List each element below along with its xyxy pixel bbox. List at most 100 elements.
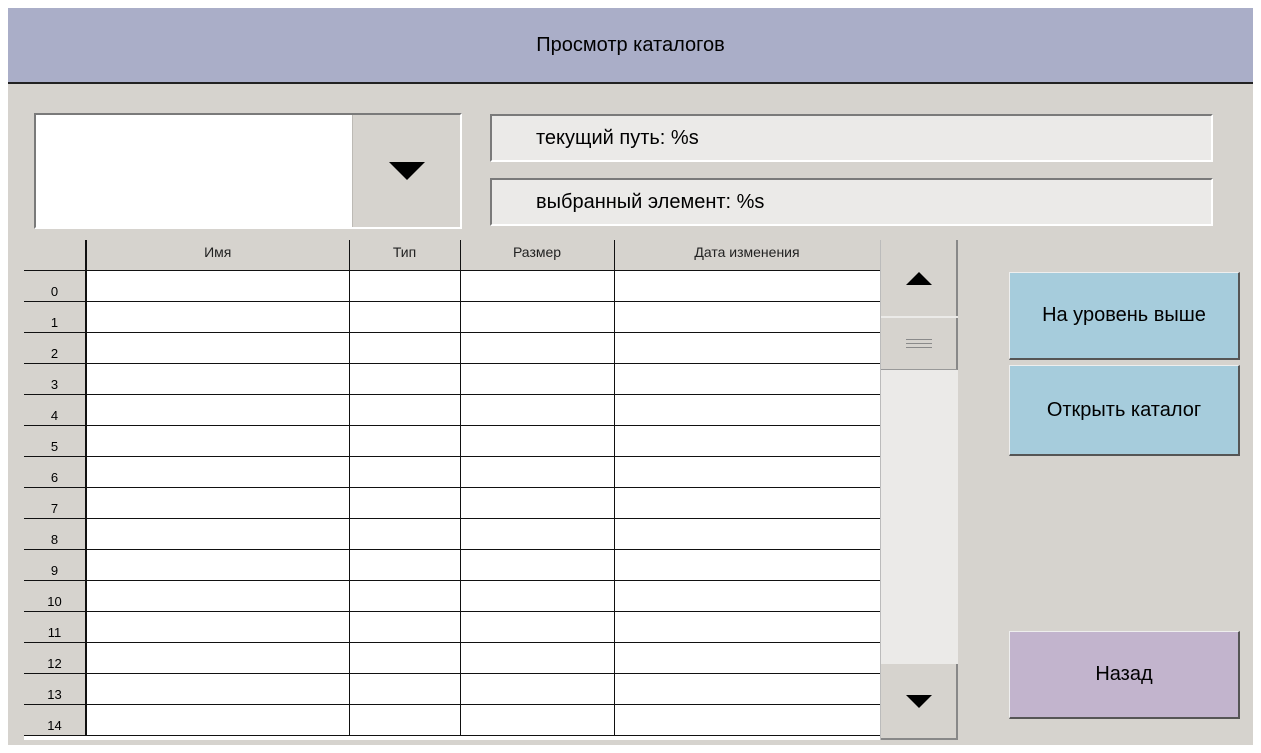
cell-size[interactable] <box>460 270 615 302</box>
cell-type[interactable] <box>349 487 461 519</box>
table-row[interactable]: 7 <box>24 487 881 519</box>
cell-size[interactable] <box>460 394 615 426</box>
cell-modified[interactable] <box>614 487 881 519</box>
column-header-name[interactable]: Имя <box>86 240 350 271</box>
cell-modified[interactable] <box>614 673 881 705</box>
cell-size[interactable] <box>460 611 615 643</box>
cell-size[interactable] <box>460 425 615 457</box>
row-number: 7 <box>24 487 87 519</box>
cell-size[interactable] <box>460 673 615 705</box>
table-row[interactable]: 12 <box>24 642 881 674</box>
cell-type[interactable] <box>349 394 461 426</box>
cell-name[interactable] <box>86 301 350 333</box>
combo-value[interactable] <box>36 115 350 227</box>
scroll-up-button[interactable] <box>881 240 958 316</box>
cell-name[interactable] <box>86 518 350 550</box>
back-button[interactable]: Назад <box>1009 631 1240 719</box>
cell-name[interactable] <box>86 363 350 395</box>
cell-name[interactable] <box>86 332 350 364</box>
drive-combobox[interactable] <box>34 113 462 229</box>
table-row[interactable]: 4 <box>24 394 881 426</box>
row-number: 10 <box>24 580 87 612</box>
cell-size[interactable] <box>460 580 615 612</box>
cell-type[interactable] <box>349 332 461 364</box>
table-row[interactable]: 8 <box>24 518 881 550</box>
cell-name[interactable] <box>86 704 350 736</box>
cell-name[interactable] <box>86 487 350 519</box>
cell-modified[interactable] <box>614 642 881 674</box>
row-number: 5 <box>24 425 87 457</box>
table-row[interactable]: 5 <box>24 425 881 457</box>
table-row[interactable]: 10 <box>24 580 881 612</box>
file-table[interactable]: Имя Тип Размер Дата изменения 0123456789… <box>24 240 881 740</box>
directory-browser-panel: Просмотр каталогов текущий путь: %s выбр… <box>8 8 1253 745</box>
column-header-modified[interactable]: Дата изменения <box>614 240 881 271</box>
table-row[interactable]: 1 <box>24 301 881 333</box>
cell-type[interactable] <box>349 363 461 395</box>
cell-type[interactable] <box>349 518 461 550</box>
cell-name[interactable] <box>86 425 350 457</box>
row-number: 9 <box>24 549 87 581</box>
scroll-down-button[interactable] <box>881 664 958 740</box>
cell-modified[interactable] <box>614 704 881 736</box>
cell-size[interactable] <box>460 332 615 364</box>
table-row[interactable]: 0 <box>24 270 881 302</box>
cell-modified[interactable] <box>614 332 881 364</box>
row-number: 8 <box>24 518 87 550</box>
combo-dropdown-button[interactable] <box>352 115 460 227</box>
cell-type[interactable] <box>349 580 461 612</box>
cell-size[interactable] <box>460 518 615 550</box>
cell-type[interactable] <box>349 642 461 674</box>
cell-type[interactable] <box>349 611 461 643</box>
cell-type[interactable] <box>349 704 461 736</box>
cell-modified[interactable] <box>614 611 881 643</box>
cell-name[interactable] <box>86 394 350 426</box>
cell-name[interactable] <box>86 270 350 302</box>
column-header-type[interactable]: Тип <box>349 240 461 271</box>
table-row[interactable]: 3 <box>24 363 881 395</box>
cell-modified[interactable] <box>614 549 881 581</box>
column-header-size[interactable]: Размер <box>460 240 615 271</box>
cell-type[interactable] <box>349 425 461 457</box>
cell-type[interactable] <box>349 270 461 302</box>
cell-size[interactable] <box>460 456 615 488</box>
cell-size[interactable] <box>460 704 615 736</box>
cell-name[interactable] <box>86 642 350 674</box>
cell-size[interactable] <box>460 363 615 395</box>
cell-size[interactable] <box>460 487 615 519</box>
table-row[interactable]: 13 <box>24 673 881 705</box>
cell-modified[interactable] <box>614 580 881 612</box>
table-row[interactable]: 11 <box>24 611 881 643</box>
cell-name[interactable] <box>86 549 350 581</box>
cell-size[interactable] <box>460 642 615 674</box>
table-row[interactable]: 9 <box>24 549 881 581</box>
cell-name[interactable] <box>86 580 350 612</box>
cell-type[interactable] <box>349 456 461 488</box>
cell-modified[interactable] <box>614 456 881 488</box>
cell-modified[interactable] <box>614 394 881 426</box>
cell-modified[interactable] <box>614 270 881 302</box>
cell-name[interactable] <box>86 611 350 643</box>
row-number: 3 <box>24 363 87 395</box>
window-title: Просмотр каталогов <box>8 8 1253 84</box>
row-number: 12 <box>24 642 87 674</box>
cell-type[interactable] <box>349 549 461 581</box>
table-row[interactable]: 2 <box>24 332 881 364</box>
cell-modified[interactable] <box>614 301 881 333</box>
table-row[interactable]: 6 <box>24 456 881 488</box>
cell-name[interactable] <box>86 456 350 488</box>
cell-size[interactable] <box>460 301 615 333</box>
cell-modified[interactable] <box>614 518 881 550</box>
cell-size[interactable] <box>460 549 615 581</box>
open-directory-button[interactable]: Открыть каталог <box>1009 365 1240 456</box>
scroll-thumb[interactable] <box>881 318 958 370</box>
current-path-field: текущий путь: %s <box>490 114 1213 162</box>
cell-name[interactable] <box>86 673 350 705</box>
cell-type[interactable] <box>349 301 461 333</box>
cell-modified[interactable] <box>614 363 881 395</box>
table-scrollbar[interactable] <box>880 240 958 740</box>
cell-modified[interactable] <box>614 425 881 457</box>
up-level-button[interactable]: На уровень выше <box>1009 272 1240 360</box>
cell-type[interactable] <box>349 673 461 705</box>
table-row[interactable]: 14 <box>24 704 881 736</box>
